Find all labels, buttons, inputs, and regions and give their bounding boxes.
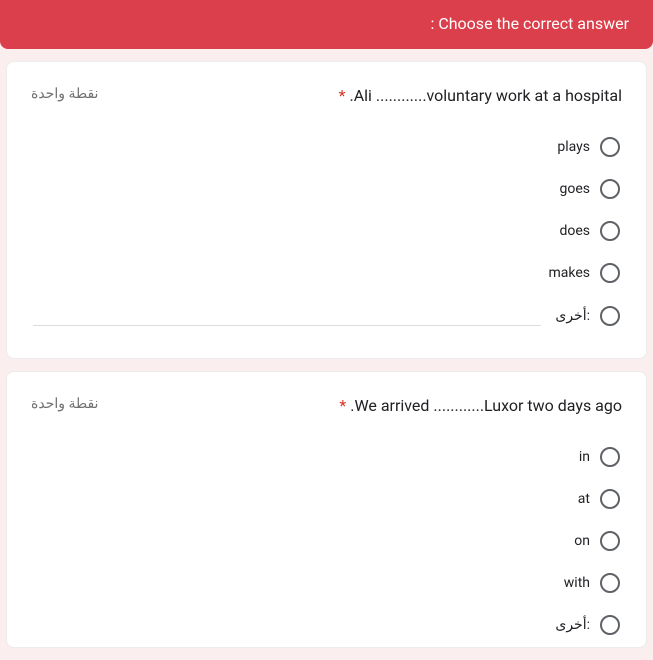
radio-icon xyxy=(600,263,620,283)
option-other[interactable]: أخرى: xyxy=(31,607,622,643)
question-card-1: نقطة واحدة * .Ali ............voluntary … xyxy=(6,61,647,359)
radio-icon xyxy=(600,221,620,241)
other-label: أخرى: xyxy=(555,308,590,324)
question-text: * .We arrived ............Luxor two days… xyxy=(339,396,622,415)
points-label: نقطة واحدة xyxy=(31,86,98,102)
question-prompt: .Ali ............voluntary work at a hos… xyxy=(350,86,623,105)
radio-icon xyxy=(600,179,620,199)
question-prompt: .We arrived ............Luxor two days a… xyxy=(350,396,622,415)
option-at[interactable]: at xyxy=(576,481,622,517)
option-label: on xyxy=(574,533,590,549)
option-in[interactable]: in xyxy=(577,439,622,475)
required-mark: * xyxy=(339,86,346,105)
radio-icon xyxy=(600,306,620,326)
option-label: plays xyxy=(557,139,590,155)
options-group: plays goes does makes أخرى: xyxy=(31,129,622,334)
question-text: * .Ali ............voluntary work at a h… xyxy=(339,86,622,105)
option-label: goes xyxy=(560,181,591,197)
option-label: with xyxy=(564,575,590,591)
option-label: at xyxy=(578,491,590,507)
radio-icon xyxy=(600,573,620,593)
other-label: أخرى: xyxy=(555,617,590,633)
option-with[interactable]: with xyxy=(562,565,622,601)
points-label: نقطة واحدة xyxy=(31,396,98,412)
option-goes[interactable]: goes xyxy=(558,171,623,207)
section-header: : Choose the correct answer xyxy=(0,0,653,49)
options-group: in at on with أخرى: xyxy=(31,439,622,623)
option-makes[interactable]: makes xyxy=(546,255,622,291)
other-input[interactable] xyxy=(33,305,541,326)
option-does[interactable]: does xyxy=(557,213,622,249)
radio-icon xyxy=(600,447,620,467)
radio-icon xyxy=(600,615,620,635)
option-on[interactable]: on xyxy=(572,523,622,559)
radio-icon xyxy=(600,137,620,157)
question-card-2: نقطة واحدة * .We arrived ............Lux… xyxy=(6,371,647,648)
radio-icon xyxy=(600,489,620,509)
option-other[interactable]: أخرى: xyxy=(31,297,622,334)
option-plays[interactable]: plays xyxy=(555,129,622,165)
required-mark: * xyxy=(339,396,346,415)
section-title: : Choose the correct answer xyxy=(430,14,629,33)
question-header: نقطة واحدة * .Ali ............voluntary … xyxy=(31,86,622,105)
option-label: does xyxy=(559,223,590,239)
question-header: نقطة واحدة * .We arrived ............Lux… xyxy=(31,396,622,415)
option-label: makes xyxy=(548,265,590,281)
option-label: in xyxy=(579,449,590,465)
radio-icon xyxy=(600,531,620,551)
